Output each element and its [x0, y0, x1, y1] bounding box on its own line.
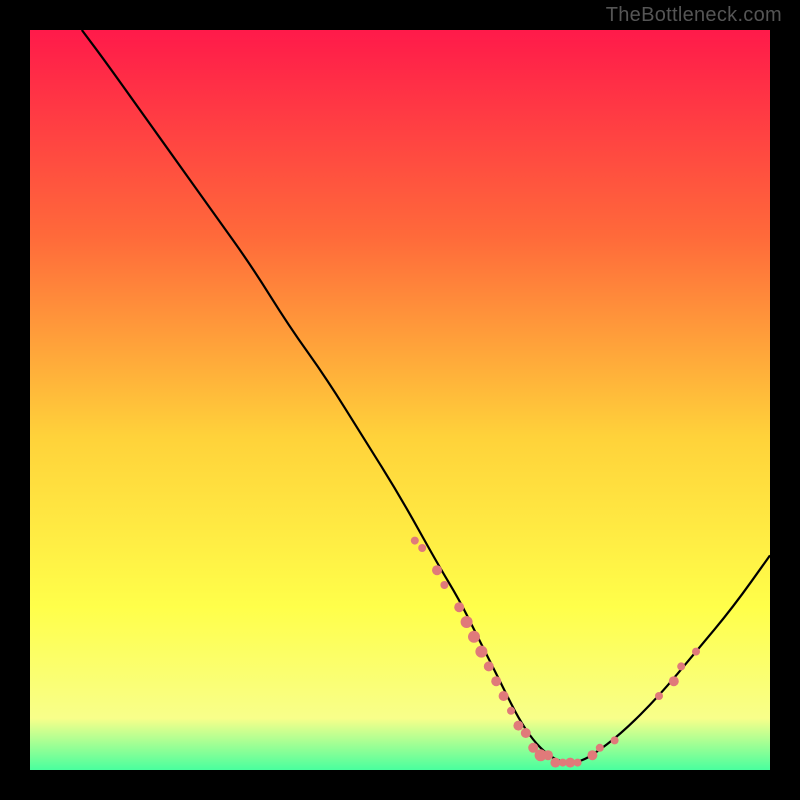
plot-area: [30, 30, 770, 770]
data-marker: [513, 721, 523, 731]
data-marker: [440, 581, 448, 589]
data-marker: [432, 565, 442, 575]
data-marker: [587, 750, 597, 760]
data-marker: [454, 602, 464, 612]
data-marker: [596, 744, 604, 752]
data-marker: [491, 676, 501, 686]
chart-frame: TheBottleneck.com: [0, 0, 800, 800]
data-marker: [418, 544, 426, 552]
data-marker: [461, 616, 473, 628]
data-marker: [468, 631, 480, 643]
data-marker: [484, 661, 494, 671]
data-marker: [411, 537, 419, 545]
data-marker: [611, 736, 619, 744]
data-marker: [499, 691, 509, 701]
watermark-text: TheBottleneck.com: [606, 4, 782, 27]
data-marker: [543, 750, 553, 760]
data-marker: [475, 646, 487, 658]
gradient-bg: [30, 30, 770, 770]
chart-svg: [30, 30, 770, 770]
data-marker: [655, 692, 663, 700]
data-marker: [521, 728, 531, 738]
data-marker: [677, 662, 685, 670]
data-marker: [692, 648, 700, 656]
data-marker: [507, 707, 515, 715]
data-marker: [669, 676, 679, 686]
data-marker: [574, 759, 582, 767]
